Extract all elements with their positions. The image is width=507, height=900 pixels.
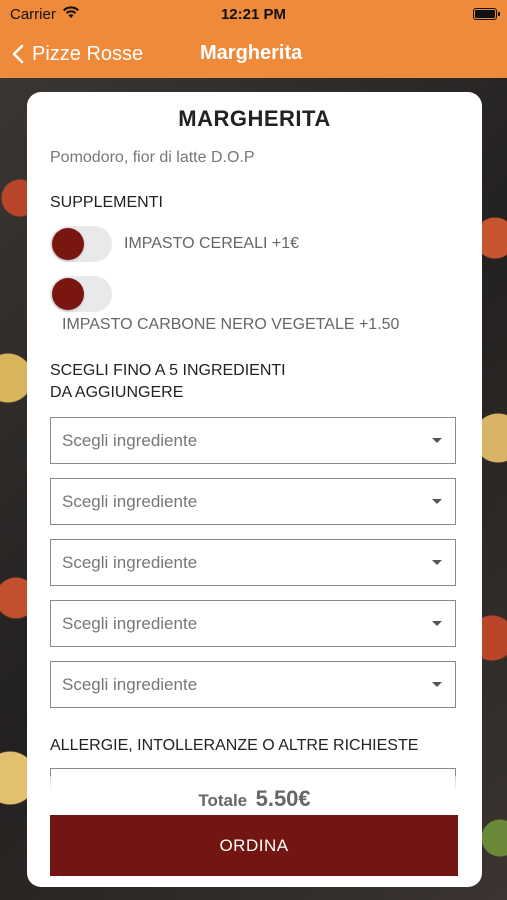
toggle-knob	[52, 278, 84, 310]
product-name: MARGHERITA	[178, 106, 331, 131]
supplements-heading: SUPPLEMENTI	[50, 194, 163, 211]
product-description: Pomodoro, fior di latte D.O.P	[50, 149, 255, 166]
ingredients-heading-line1: SCEGLI FINO A 5 INGREDIENTI	[50, 362, 286, 379]
ingredient-select-3[interactable]: Scegli ingrediente	[50, 539, 456, 586]
caret-down-icon	[432, 682, 442, 687]
ingredient-select-1[interactable]: Scegli ingrediente	[50, 417, 456, 464]
ingredient-select-4[interactable]: Scegli ingrediente	[50, 600, 456, 647]
order-total: Totale 5.50€	[27, 786, 482, 812]
back-button[interactable]: Pizze Rosse	[12, 30, 143, 78]
product-card: MARGHERITA Pomodoro, fior di latte D.O.P…	[27, 92, 482, 887]
ingredient-select-5[interactable]: Scegli ingrediente	[50, 661, 456, 708]
page-title: Margherita	[200, 42, 303, 64]
caret-down-icon	[432, 560, 442, 565]
ingredient-select-2[interactable]: Scegli ingrediente	[50, 478, 456, 525]
ingredients-heading-line2: DA AGGIUNGERE	[50, 384, 184, 401]
select-placeholder: Scegli ingrediente	[62, 492, 198, 511]
status-bar: Carrier 12:21 PM	[0, 0, 507, 30]
toggle-impasto-carbone[interactable]	[50, 276, 112, 312]
clock: 12:21 PM	[220, 6, 287, 23]
supplement-label-cereali: IMPASTO CEREALI +1€	[124, 235, 300, 252]
ingredients-heading: SCEGLI FINO A 5 INGREDIENTI DA AGGIUNGER…	[50, 360, 286, 404]
battery-icon	[473, 8, 500, 20]
total-label: Totale	[198, 791, 248, 810]
toggle-impasto-cereali[interactable]	[50, 226, 112, 262]
back-button-label: Pizze Rosse	[32, 42, 144, 65]
select-placeholder: Scegli ingrediente	[62, 675, 198, 694]
caret-down-icon	[432, 499, 442, 504]
select-placeholder: Scegli ingrediente	[62, 614, 198, 633]
caret-down-icon	[432, 621, 442, 626]
total-value: 5.50€	[255, 786, 311, 811]
order-button[interactable]: ORDINA	[50, 815, 458, 876]
navigation-bar: Pizze Rosse Margherita	[0, 30, 507, 78]
toggle-knob	[52, 228, 84, 260]
caret-down-icon	[432, 438, 442, 443]
requests-heading: ALLERGIE, INTOLLERANZE O ALTRE RICHIESTE	[50, 737, 419, 754]
supplement-label-carbone: IMPASTO CARBONE NERO VEGETALE +1.50	[62, 316, 400, 333]
select-placeholder: Scegli ingrediente	[62, 431, 198, 450]
select-placeholder: Scegli ingrediente	[62, 553, 198, 572]
chevron-left-icon	[12, 44, 24, 64]
